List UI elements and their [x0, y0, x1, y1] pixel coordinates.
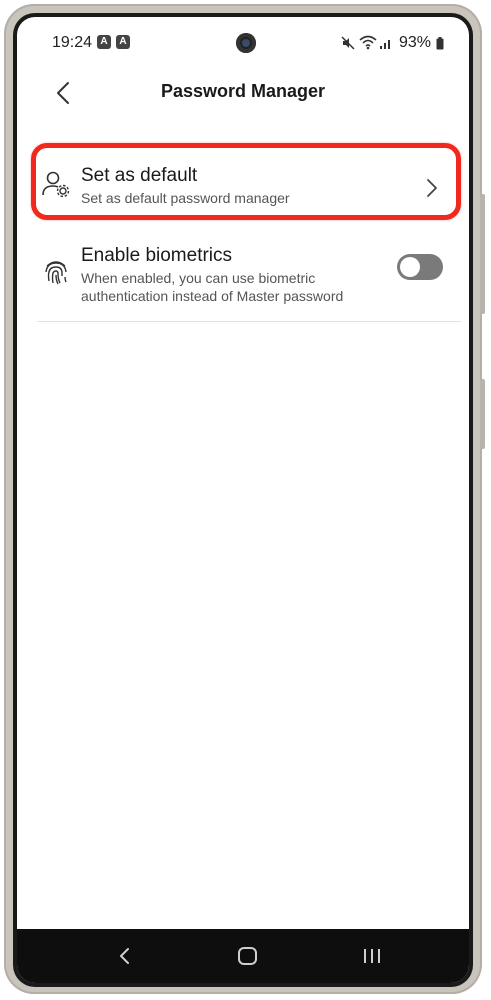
nav-back-icon[interactable] — [115, 941, 135, 971]
status-time: 19:24 — [52, 34, 93, 51]
power-button — [480, 379, 485, 449]
screen: 19:24 A A 93% Password Manager Set as de… — [17, 17, 469, 983]
nav-recents-icon[interactable] — [361, 941, 383, 971]
divider — [37, 321, 461, 322]
page-title: Password Manager — [160, 81, 326, 101]
enable-biometrics-subtitle: When enabled, you can use biometric auth… — [81, 270, 344, 304]
nav-home-icon[interactable] — [236, 941, 260, 971]
volume-button — [480, 194, 485, 314]
phone-frame: 19:24 A A 93% Password Manager Set as de… — [4, 4, 485, 994]
mute-icon — [341, 36, 355, 50]
front-camera — [236, 33, 256, 53]
battery-level: 93% — [399, 34, 432, 51]
battery-icon — [436, 37, 444, 50]
notification-badge: A — [97, 35, 111, 49]
highlight-annotation — [31, 143, 461, 220]
fingerprint-icon — [45, 261, 67, 285]
toggle-knob — [400, 257, 420, 277]
status-bar: 19:24 A A 93% — [17, 17, 469, 57]
notification-badge: A — [116, 35, 130, 49]
enable-biometrics-row: Enable biometrics When enabled, you can … — [35, 243, 455, 307]
enable-biometrics-title: Enable biometrics — [81, 245, 233, 266]
biometrics-toggle[interactable] — [397, 254, 443, 280]
system-nav-bar — [17, 929, 469, 983]
signal-icon — [380, 40, 390, 49]
wifi-icon — [359, 35, 377, 50]
